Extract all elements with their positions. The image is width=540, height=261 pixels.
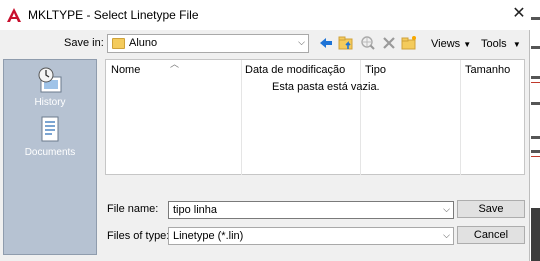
column-divider[interactable] xyxy=(460,60,461,175)
new-folder-icon[interactable] xyxy=(401,35,417,51)
file-list[interactable]: ︿ Nome Data de modificação Tipo Tamanho … xyxy=(105,59,525,175)
background-text-fragment xyxy=(531,17,540,20)
column-header-name[interactable]: Nome xyxy=(111,64,140,76)
background-underline xyxy=(531,156,540,157)
files-of-type-label: Files of type: xyxy=(107,230,170,242)
chevron-down-icon[interactable]: ⌵ xyxy=(443,204,450,215)
save-button[interactable]: Save xyxy=(457,200,525,218)
title-bar: MKLTYPE - Select Linetype File ✕ xyxy=(0,0,530,30)
folder-up-icon[interactable] xyxy=(338,35,354,51)
places-bar: History Documents xyxy=(3,59,97,255)
views-menu[interactable]: Views ▼ xyxy=(431,38,471,50)
folder-icon xyxy=(112,38,125,49)
back-arrow-icon[interactable] xyxy=(318,35,334,51)
close-button[interactable]: ✕ xyxy=(508,3,530,25)
column-header-type[interactable]: Tipo xyxy=(365,64,386,76)
delete-icon[interactable] xyxy=(381,35,397,51)
background-text-fragment xyxy=(531,76,540,79)
cancel-button[interactable]: Cancel xyxy=(457,226,525,244)
file-name-label: File name: xyxy=(107,203,159,215)
files-of-type-value: Linetype (*.lin) xyxy=(173,230,244,242)
save-in-value: Aluno xyxy=(129,37,158,49)
places-item-label: Documents xyxy=(24,147,76,158)
column-header-date[interactable]: Data de modificação xyxy=(245,64,345,76)
column-header-size[interactable]: Tamanho xyxy=(465,64,510,76)
background-dark-area xyxy=(531,208,540,261)
tools-label: Tools xyxy=(481,38,507,50)
places-item-label: History xyxy=(34,97,66,108)
background-underline xyxy=(531,82,540,83)
chevron-down-icon: ▼ xyxy=(463,40,472,49)
save-in-dropdown[interactable]: Aluno ⌵ xyxy=(107,34,309,53)
tools-menu[interactable]: Tools ▼ xyxy=(481,38,521,50)
file-name-input[interactable]: tipo linha ⌵ xyxy=(168,201,454,219)
save-in-label: Save in: xyxy=(64,37,104,49)
window-title: MKLTYPE - Select Linetype File xyxy=(28,8,199,22)
documents-icon xyxy=(41,116,59,142)
chevron-down-icon: ▼ xyxy=(512,40,521,49)
places-item-documents[interactable]: Documents xyxy=(4,116,96,158)
column-divider[interactable] xyxy=(241,60,242,175)
file-name-value: tipo linha xyxy=(173,204,218,216)
views-label: Views xyxy=(431,38,461,50)
background-text-fragment xyxy=(531,46,540,49)
autocad-logo-icon xyxy=(6,7,22,23)
select-linetype-dialog: MKLTYPE - Select Linetype File ✕ Save in… xyxy=(0,0,530,261)
places-item-history[interactable]: History xyxy=(4,66,96,108)
column-divider[interactable] xyxy=(360,60,361,175)
empty-folder-message: Esta pasta está vazia. xyxy=(272,81,380,93)
background-text-fragment xyxy=(531,150,540,153)
background-text-fragment xyxy=(531,102,540,105)
chevron-down-icon: ⌵ xyxy=(298,37,305,47)
history-icon xyxy=(38,67,62,93)
sort-ascending-icon: ︿ xyxy=(170,59,180,69)
background-window-edge xyxy=(531,0,540,261)
files-of-type-dropdown[interactable]: Linetype (*.lin) ⌵ xyxy=(168,227,454,245)
search-web-icon[interactable] xyxy=(360,35,376,51)
chevron-down-icon: ⌵ xyxy=(443,230,450,240)
background-text-fragment xyxy=(531,136,540,139)
